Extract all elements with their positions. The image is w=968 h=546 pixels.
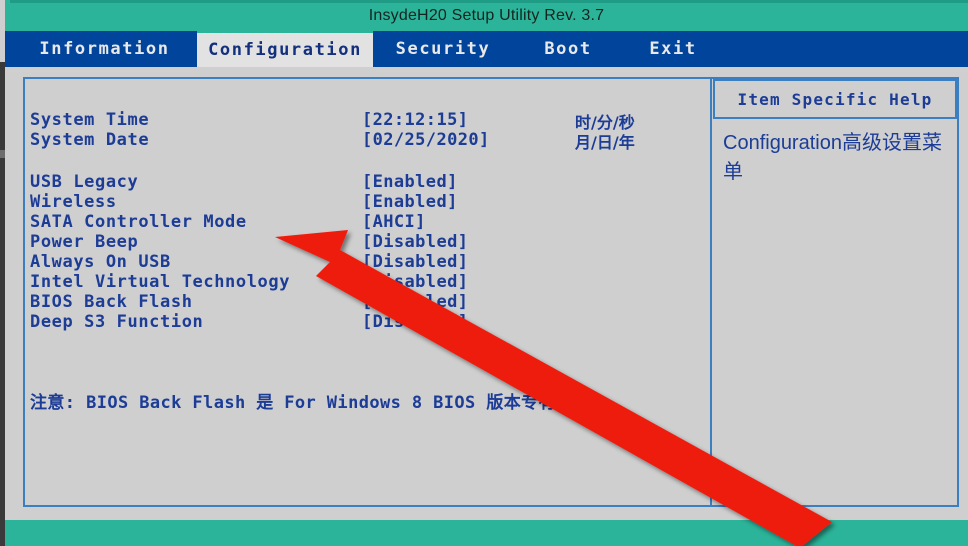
setting-value[interactable]: [Enabled]: [362, 192, 458, 212]
tab-boot-label: Boot: [544, 39, 592, 59]
setting-label: BIOS Back Flash: [30, 292, 193, 312]
footnote-text: 注意: BIOS Back Flash 是 For Windows 8 BIOS…: [30, 393, 556, 413]
setting-label: Always On USB: [30, 252, 171, 272]
panel-divider: [710, 77, 712, 507]
setting-row-bios-back-flash[interactable]: BIOS Back Flash [Disabled]: [30, 292, 690, 312]
setting-label: Deep S3 Function: [30, 312, 204, 332]
tab-security-label: Security: [395, 39, 491, 59]
setting-value[interactable]: [AHCI]: [362, 212, 426, 232]
tab-bar: Information Configuration Security Boot …: [5, 31, 968, 67]
tab-exit[interactable]: Exit: [623, 31, 723, 67]
tab-boot[interactable]: Boot: [513, 31, 623, 67]
setting-row-always-on-usb[interactable]: Always On USB [Disabled]: [30, 252, 690, 272]
setting-row-deep-s3-function[interactable]: Deep S3 Function [Disabled]: [30, 312, 690, 332]
setting-row-system-time[interactable]: System Time [22:12:15] 时/分/秒: [30, 110, 690, 132]
tab-configuration[interactable]: Configuration: [197, 31, 373, 67]
bottom-bar: [5, 520, 968, 546]
setting-row-wireless[interactable]: Wireless [Enabled]: [30, 192, 690, 212]
tab-information[interactable]: Information: [12, 31, 197, 67]
tab-information-label: Information: [39, 39, 170, 59]
setting-label: System Date: [30, 130, 150, 150]
setting-label: Power Beep: [30, 232, 139, 252]
setting-value[interactable]: [Disabled]: [362, 272, 468, 292]
tab-exit-label: Exit: [649, 39, 697, 59]
settings-gap: [30, 150, 690, 172]
setting-value[interactable]: [Enabled]: [362, 172, 458, 192]
setting-value[interactable]: [22:12:15]: [362, 110, 468, 130]
setting-row-system-date[interactable]: System Date [02/25/2020] 月/日/年: [30, 130, 690, 152]
item-specific-help-header: Item Specific Help: [713, 79, 957, 119]
bios-setup-screen: InsydeH20 Setup Utility Rev. 3.7 Informa…: [0, 0, 968, 546]
window-title: InsydeH20 Setup Utility Rev. 3.7: [368, 6, 605, 24]
setting-row-power-beep[interactable]: Power Beep [Disabled]: [30, 232, 690, 252]
title-bar: InsydeH20 Setup Utility Rev. 3.7: [5, 0, 968, 31]
title-bar-top-line: [10, 0, 968, 3]
setting-value[interactable]: [Disabled]: [362, 252, 468, 272]
setting-value[interactable]: [Disabled]: [362, 292, 468, 312]
setting-row-intel-virtual-technology[interactable]: Intel Virtual Technology [Disabled]: [30, 272, 690, 292]
item-specific-help-body: Configuration高级设置菜单: [723, 132, 942, 183]
setting-label: Wireless: [30, 192, 117, 212]
setting-label: SATA Controller Mode: [30, 212, 247, 232]
setting-row-sata-controller-mode[interactable]: SATA Controller Mode [AHCI]: [30, 212, 690, 232]
setting-value[interactable]: [Disabled]: [362, 312, 468, 332]
settings-list: System Time [22:12:15] 时/分/秒 System Date…: [30, 110, 690, 332]
setting-label: Intel Virtual Technology: [30, 272, 291, 292]
setting-value[interactable]: [Disabled]: [362, 232, 468, 252]
item-specific-help-title: Item Specific Help: [737, 89, 933, 109]
setting-value[interactable]: [02/25/2020]: [362, 130, 490, 150]
setting-label: USB Legacy: [30, 172, 139, 192]
setting-row-usb-legacy[interactable]: USB Legacy [Enabled]: [30, 172, 690, 192]
setting-label: System Time: [30, 110, 150, 130]
tab-configuration-label: Configuration: [208, 40, 362, 60]
tab-security[interactable]: Security: [373, 31, 513, 67]
